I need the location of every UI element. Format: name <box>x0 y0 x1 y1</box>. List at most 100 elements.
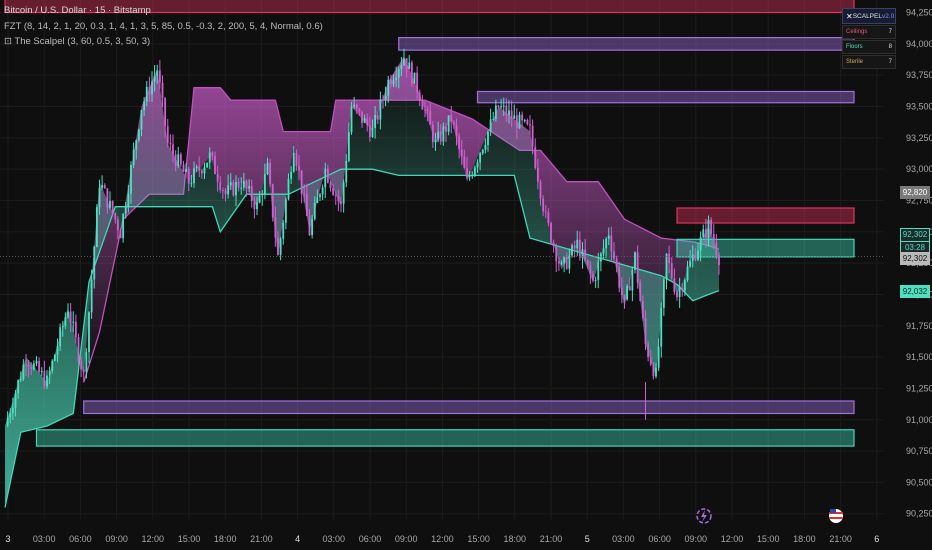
candle-body <box>279 238 282 255</box>
candle-body <box>151 81 153 95</box>
candle-body <box>434 139 437 143</box>
candle-body <box>182 164 185 172</box>
candle-body <box>641 300 644 318</box>
candle <box>350 101 353 135</box>
candle-body <box>529 124 531 126</box>
candle-body <box>64 317 67 326</box>
us-flag-icon[interactable] <box>829 509 843 523</box>
candle-body <box>90 279 93 313</box>
candle-body <box>308 215 311 236</box>
candle-body <box>111 200 114 214</box>
candle-body <box>481 149 484 154</box>
candle-body <box>59 327 62 347</box>
candle-body <box>463 156 466 168</box>
candle <box>300 170 303 204</box>
candle-body <box>95 207 98 247</box>
candle <box>660 302 663 358</box>
candle-body <box>190 183 193 185</box>
candle-body <box>704 229 707 238</box>
candle-body <box>397 69 400 78</box>
candle-body <box>542 198 545 212</box>
candle-body <box>248 186 251 189</box>
candle-body <box>80 361 83 370</box>
price-axis-label: 93,750 <box>906 70 932 80</box>
candle-body <box>35 361 38 364</box>
candle-body <box>374 115 377 129</box>
candle-body <box>676 292 678 298</box>
time-axis-label: 3 <box>5 534 10 544</box>
zone-floor <box>676 238 855 258</box>
candle-body <box>119 230 122 239</box>
candle <box>550 221 552 245</box>
candle-body <box>452 122 455 125</box>
time-axis-label: 03:00 <box>323 534 346 544</box>
candle-body <box>198 166 201 171</box>
zone-floor <box>35 429 855 447</box>
time-axis-label: 06:00 <box>648 534 671 544</box>
candle-body <box>670 263 673 279</box>
candle-body <box>132 149 135 165</box>
stats-row-value: 7 <box>888 29 892 35</box>
stats-row-ceilings: Ceilings 7 <box>842 25 896 39</box>
candle <box>38 357 41 374</box>
candle-body <box>337 195 340 202</box>
candle-body <box>48 370 51 376</box>
candle-body <box>710 219 713 235</box>
candle-body <box>229 182 232 186</box>
fzt-indicator-legend[interactable]: FZT (8, 14, 2, 1, 20, 0.3, 1, 4, 1, 3, 5… <box>4 21 323 32</box>
candle-body <box>460 149 463 157</box>
candle-body <box>536 167 539 182</box>
candle-body <box>203 167 206 174</box>
symbol-legend[interactable]: Bitcoin / U.S. Dollar · 15 · Bitstamp <box>4 5 151 16</box>
candle-body <box>88 312 90 353</box>
candle <box>518 111 521 129</box>
price-axis-label: 90,250 <box>906 509 932 519</box>
candle <box>22 359 25 381</box>
candle-body <box>342 182 345 204</box>
candle-body <box>576 239 579 249</box>
stats-row-label: Floors <box>846 44 863 50</box>
candle-body <box>208 152 211 163</box>
candle-body <box>405 58 408 70</box>
candle-body <box>592 274 594 281</box>
candle-body <box>53 354 56 361</box>
candle-body <box>439 131 442 142</box>
candle-body <box>655 367 657 377</box>
candle-body <box>429 111 432 125</box>
candle <box>232 179 235 197</box>
candle-body <box>206 162 209 168</box>
candle-body <box>25 364 27 366</box>
price-tag-high: 92,820 <box>900 186 930 199</box>
stats-row-floors: Floors 8 <box>842 40 896 54</box>
candle-body <box>455 124 458 137</box>
candle-body <box>707 219 710 238</box>
time-axis[interactable]: 3 03:00 06:00 09:00 12:00 15:00 18:00 21:00 4 03:… <box>5 534 879 544</box>
candle <box>639 279 642 302</box>
candle-body <box>484 144 487 150</box>
price-chart[interactable]: 94,25094,00093,75093,50093,25093,00092,7… <box>0 0 932 550</box>
candle-body <box>557 261 560 264</box>
stats-title: SCALPEL <box>852 12 882 20</box>
candle-body <box>573 245 576 249</box>
candle-body <box>216 174 219 182</box>
price-axis-label: 91,250 <box>906 383 932 393</box>
candle-body <box>634 252 636 270</box>
candle-body <box>347 132 350 161</box>
scalpel-indicator-legend[interactable]: ⊡ The Scalpel (3, 60, 0.5, 3, 50, 3) <box>4 36 150 47</box>
candle-body <box>366 118 369 126</box>
candle-body <box>261 194 264 196</box>
scalpel-stats-panel: ✕ SCALPEL v2.0 Ceilings 7 Floors 8 Steri… <box>842 8 896 69</box>
candle-body <box>649 357 652 365</box>
candle <box>46 370 48 390</box>
candle-body <box>6 417 9 427</box>
candle <box>132 142 135 168</box>
candle-body <box>19 378 22 381</box>
candle-body <box>691 254 694 261</box>
flash-crypto-icon[interactable] <box>696 508 712 524</box>
price-axis-label: 91,500 <box>906 352 932 362</box>
candle-body <box>694 254 697 260</box>
candle-body <box>652 364 655 377</box>
candle-body <box>395 77 398 81</box>
candle-body <box>712 234 715 243</box>
candle <box>410 60 413 87</box>
